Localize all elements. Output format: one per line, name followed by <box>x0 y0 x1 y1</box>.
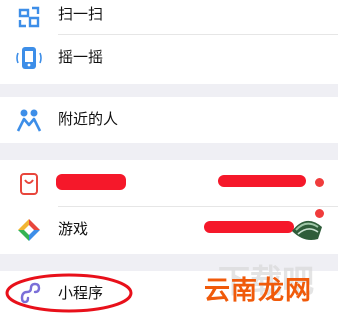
group-nearby: 附近的人 <box>0 97 338 143</box>
menu-item-shopping[interactable] <box>0 160 338 206</box>
menu-item-games[interactable]: 游戏 <box>0 207 338 254</box>
shopping-bag-icon <box>16 171 42 197</box>
menu-item-shake[interactable]: 摇一摇 <box>0 35 338 91</box>
people-nearby-icon <box>16 107 42 133</box>
group-shopping-games: 游戏 <box>0 160 338 254</box>
notification-dot <box>315 209 324 218</box>
menu-item-people-nearby[interactable]: 附近的人 <box>0 97 338 143</box>
redaction-mark <box>218 175 306 187</box>
game-thumbnail-icon <box>290 215 324 245</box>
menu-item-label: 小程序 <box>58 284 104 302</box>
notification-dot <box>315 178 324 187</box>
shake-icon <box>16 45 42 71</box>
redaction-mark <box>56 174 126 190</box>
group-mini-program: 小程序 <box>0 271 338 314</box>
menu-item-label: 摇一摇 <box>58 48 104 66</box>
menu-item-label: 游戏 <box>58 220 89 238</box>
mini-program-icon <box>16 280 42 306</box>
redaction-mark <box>204 221 294 233</box>
group-scan-shake: 扫一扫 摇一摇 <box>0 0 338 84</box>
game-icon <box>16 217 42 243</box>
menu-item-label: 附近的人 <box>58 110 119 128</box>
menu-item-mini-program[interactable]: 小程序 <box>0 271 338 314</box>
menu-item-label: 扫一扫 <box>58 5 104 23</box>
scan-icon <box>16 4 42 30</box>
